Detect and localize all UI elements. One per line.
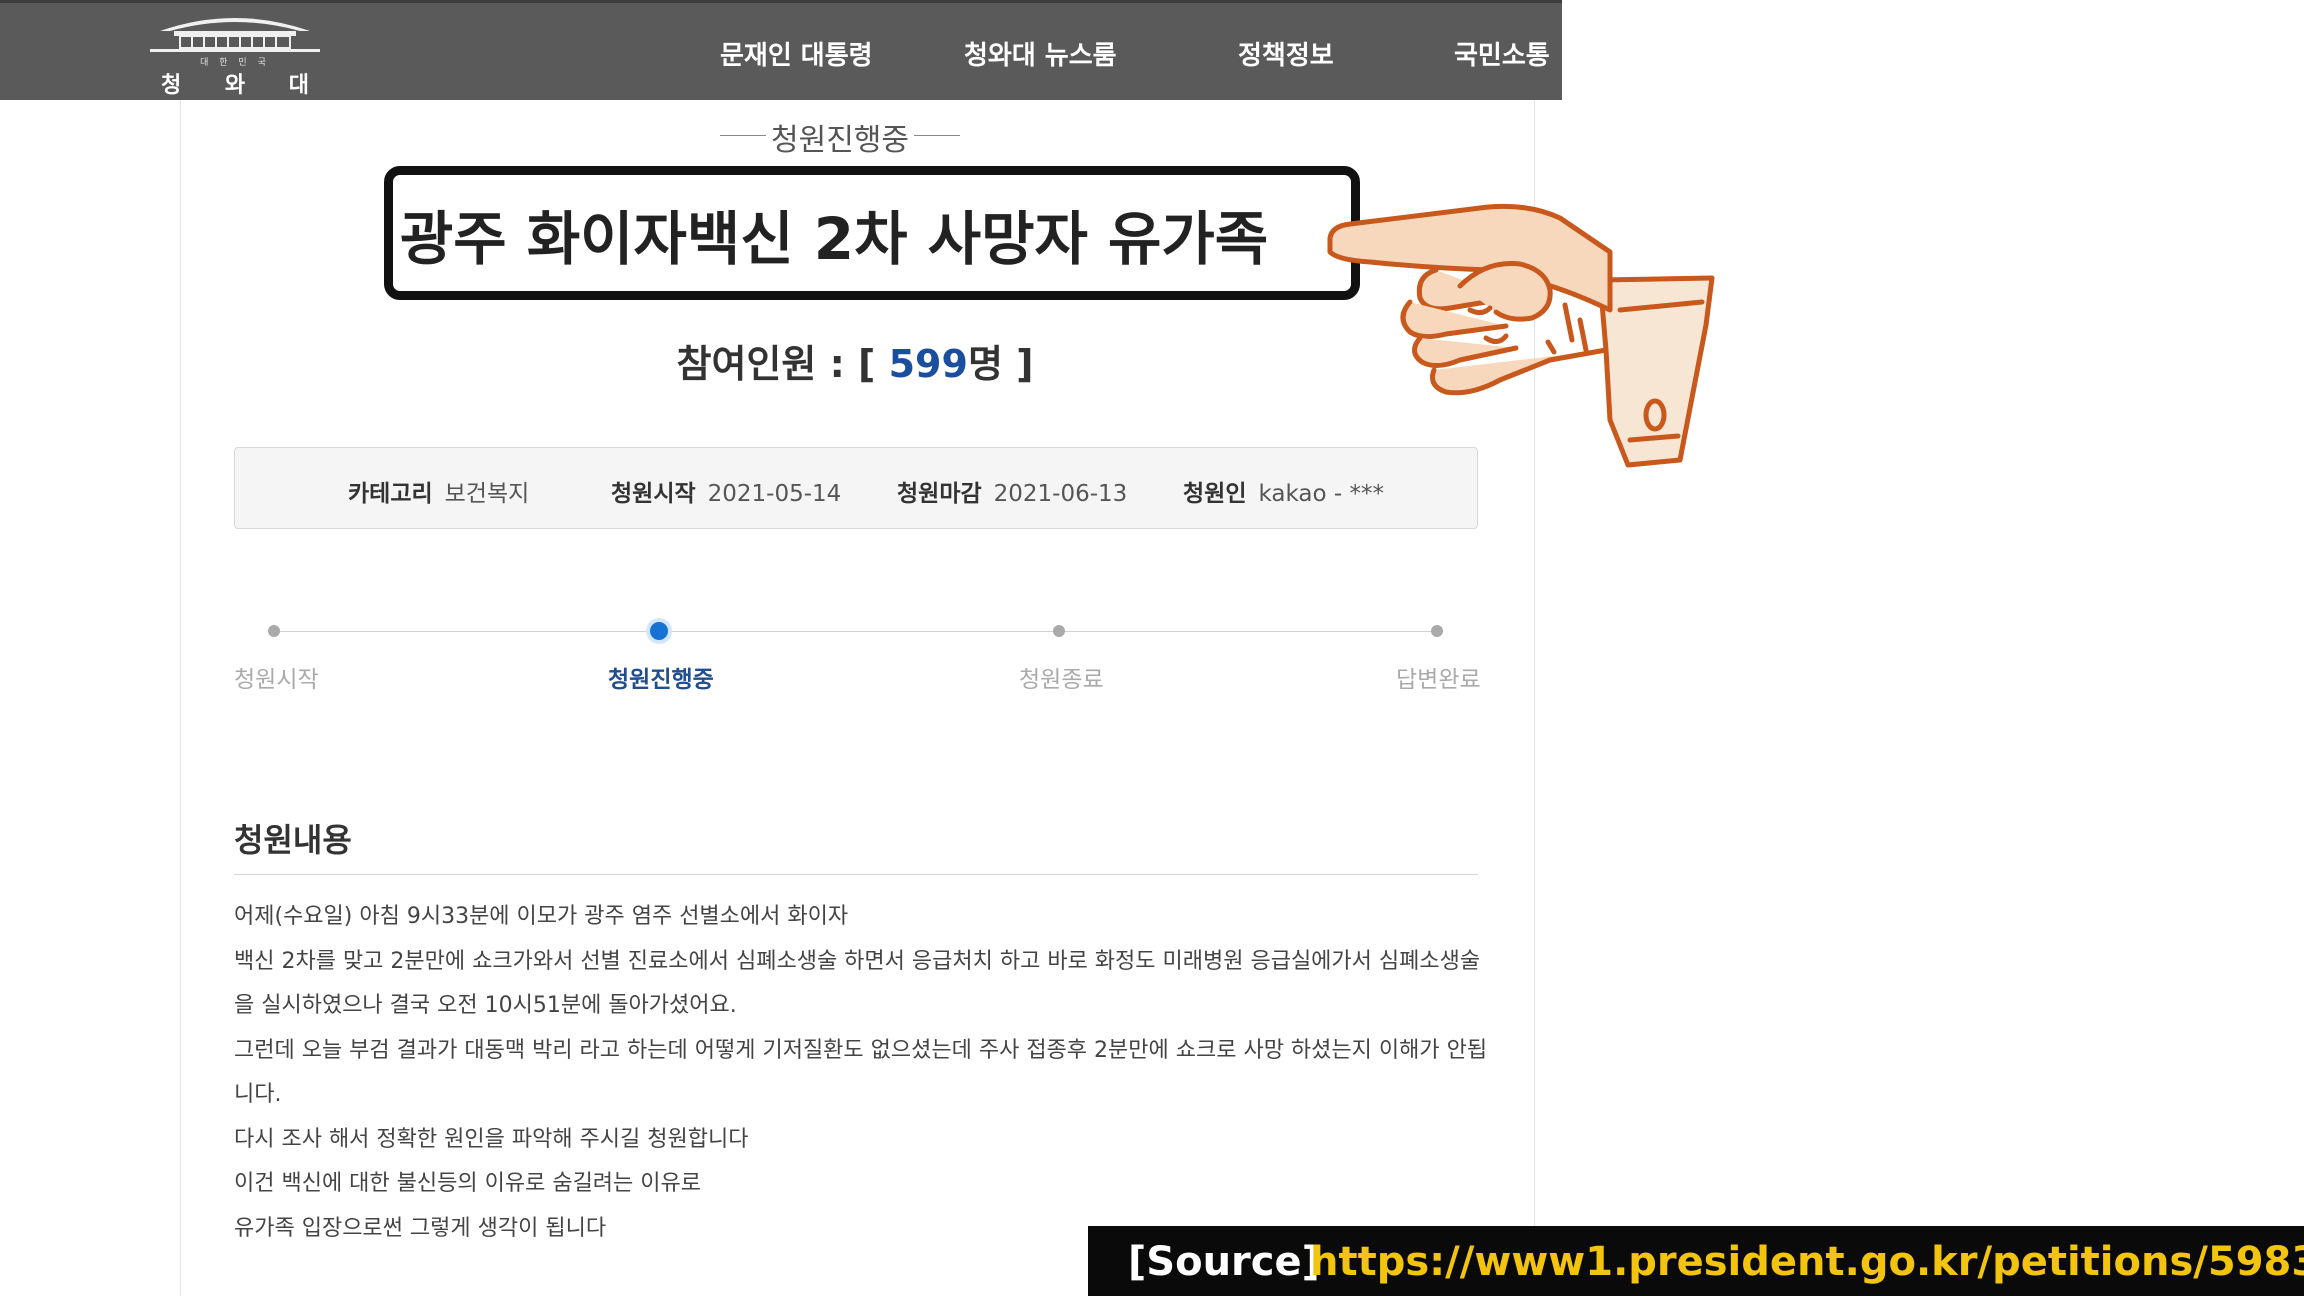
participants-unit: 명 ]: [967, 342, 1034, 386]
participants-count: 참여인원 : [ 599명 ]: [560, 333, 1150, 388]
nav-item-newsroom[interactable]: 청와대 뉴스룸: [964, 35, 1117, 72]
step-dot-in-progress: [650, 622, 668, 640]
status-divider-right: [914, 135, 960, 136]
step-label-answered: 답변완료: [1396, 667, 1481, 693]
info-value: 2021-06-13: [993, 481, 1128, 507]
nav-item-communication[interactable]: 국민소통: [1454, 35, 1550, 72]
top-navigation-bar: 대 한 민 국 청 와 대 문재인 대통령 청와대 뉴스룸 정책정보 국민소통: [0, 0, 1562, 100]
petition-status-header: 청원진행중: [720, 115, 960, 158]
content-divider: [234, 874, 1478, 875]
cheongwadae-logo[interactable]: 대 한 민 국 청 와 대: [140, 7, 330, 99]
info-start-date: 청원시작 2021-05-14: [611, 474, 841, 508]
step-label-closed: 청원종료: [1019, 667, 1104, 693]
info-value: 보건복지: [444, 481, 530, 507]
nav-item-president[interactable]: 문재인 대통령: [720, 35, 873, 72]
step-dot-closed: [1053, 625, 1065, 637]
petition-title: 광주 화이자백신 2차 사망자 유가족: [399, 205, 1269, 273]
progress-track: [274, 631, 1438, 632]
step-dot-answered: [1431, 625, 1443, 637]
info-key: 청원마감: [897, 481, 982, 507]
source-label: [Source]: [1128, 1239, 1320, 1285]
blue-house-building-icon: [140, 18, 330, 63]
content-heading: 청원내용: [234, 821, 352, 859]
step-label-start: 청원시작: [234, 667, 319, 693]
petition-status: 청원진행중: [771, 123, 909, 158]
content-line: 다시 조사 해서 정확한 원인을 파악해 주시길 청원합니다: [234, 1126, 749, 1152]
info-end-date: 청원마감 2021-06-13: [897, 474, 1127, 508]
step-label-in-progress: 청원진행중: [608, 667, 714, 693]
source-url-link[interactable]: https://www1.president.go.kr/petitions/5…: [1310, 1239, 2304, 1285]
info-key: 카테고리: [348, 481, 433, 507]
info-key: 청원인: [1183, 481, 1247, 507]
info-category: 카테고리 보건복지: [348, 474, 529, 508]
logo-name: 청 와 대: [160, 73, 328, 98]
content-line: 니다.: [234, 1082, 282, 1107]
step-dot-start: [268, 625, 280, 637]
nav-item-policy-info[interactable]: 정책정보: [1238, 35, 1334, 72]
petition-info-box: 카테고리 보건복지 청원시작 2021-05-14 청원마감 2021-06-13 청…: [234, 447, 1478, 529]
info-value: kakao - ***: [1258, 481, 1384, 507]
pointing-hand-icon: [1327, 203, 1715, 468]
content-line: 을 실시하였으나 결국 오전 10시51분에 돌아가셨어요.: [234, 993, 737, 1018]
content-line: 그런데 오늘 부검 결과가 대동맥 박리 라고 하는데 어떻게 기저질환도 없으…: [234, 1037, 1488, 1063]
participants-label: 참여인원 : [: [676, 342, 876, 386]
content-line: 이건 백신에 대한 불신등의 이유로 숨길려는 이유로: [234, 1171, 702, 1196]
content-line: 어제(수요일) 아침 9시33분에 이모가 광주 염주 선별소에서 화이자: [234, 904, 849, 929]
source-banner: [Source] https://www1.president.go.kr/pe…: [1088, 1226, 2304, 1296]
petition-content: 어제(수요일) 아침 9시33분에 이모가 광주 염주 선별소에서 화이자 백신…: [234, 895, 1488, 1251]
content-line: 백신 2차를 맞고 2분만에 쇼크가와서 선별 진료소에서 심폐소생술 하면서 …: [234, 948, 1481, 974]
info-key: 청원시작: [611, 481, 696, 507]
participants-number: 599: [888, 342, 968, 386]
info-value: 2021-05-14: [707, 481, 842, 507]
